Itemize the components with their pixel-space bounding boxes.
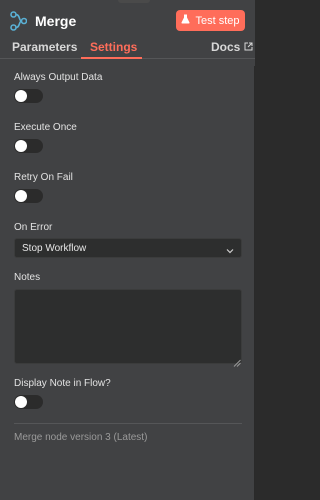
toggle-knob — [15, 190, 27, 202]
display-note-toggle[interactable] — [14, 395, 43, 409]
retry-on-fail-label: Retry On Fail — [14, 172, 73, 183]
node-title: Merge — [35, 13, 77, 29]
notes-textarea[interactable] — [14, 289, 242, 364]
active-tab-indicator — [81, 57, 142, 59]
panel-header: Merge Test step Parameters Settings Docs — [0, 0, 255, 66]
test-step-label: Test step — [195, 14, 240, 27]
flask-icon — [181, 14, 191, 27]
docs-label: Docs — [211, 40, 241, 54]
toggle-knob — [15, 90, 27, 102]
tab-parameters[interactable]: Parameters — [12, 40, 77, 54]
node-details-window: Merge Test step Parameters Settings Docs — [0, 0, 267, 500]
divider — [14, 423, 242, 424]
retry-on-fail-toggle[interactable] — [14, 189, 43, 203]
drag-handle[interactable] — [118, 0, 150, 3]
tab-settings[interactable]: Settings — [90, 40, 137, 54]
on-error-value: Stop Workflow — [22, 243, 87, 254]
chevron-down-icon — [225, 243, 235, 254]
tab-docs[interactable]: Docs — [211, 40, 253, 54]
node-version-text: Merge node version 3 (Latest) — [14, 432, 148, 443]
notes-label: Notes — [14, 272, 41, 283]
node-title-row: Merge — [10, 9, 76, 33]
canvas-edge — [255, 0, 267, 500]
resize-handle-icon[interactable] — [232, 354, 241, 367]
execute-once-toggle[interactable] — [14, 139, 43, 153]
test-step-button[interactable]: Test step — [176, 10, 245, 31]
merge-icon — [10, 11, 28, 31]
always-output-data-label: Always Output Data — [14, 72, 103, 83]
execute-once-label: Execute Once — [14, 122, 77, 133]
toggle-knob — [15, 396, 27, 408]
display-note-label: Display Note in Flow? — [14, 378, 111, 389]
node-settings-panel: Merge Test step Parameters Settings Docs — [0, 0, 255, 500]
toggle-knob — [15, 140, 27, 152]
external-link-icon — [244, 40, 253, 54]
tab-bar: Parameters Settings Docs — [0, 37, 255, 59]
on-error-label: On Error — [14, 222, 53, 233]
on-error-select[interactable]: Stop Workflow — [14, 238, 242, 258]
always-output-data-toggle[interactable] — [14, 89, 43, 103]
